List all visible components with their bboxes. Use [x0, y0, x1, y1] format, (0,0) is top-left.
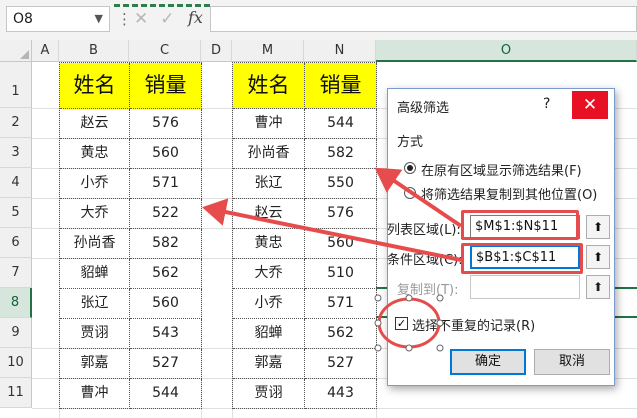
annotation-arrow: [202, 198, 462, 262]
shape-handles[interactable]: [374, 294, 444, 352]
annotation-arrow: [374, 167, 463, 228]
annotation-circle: [377, 297, 441, 349]
annotation-overlay: [202, 167, 463, 352]
